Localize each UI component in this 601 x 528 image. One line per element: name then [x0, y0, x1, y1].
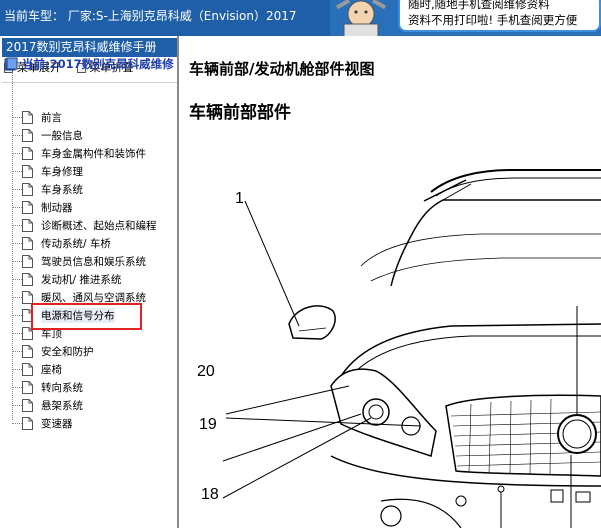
tree-connector-line [12, 224, 22, 226]
tree-item[interactable]: 变速器 [12, 414, 73, 432]
divider [2, 82, 177, 83]
tree-item[interactable]: 悬架系统 [12, 396, 83, 414]
tree-root[interactable]: 当前:2017数别克昂科威维修 [4, 56, 174, 72]
tree-connector-line [12, 242, 22, 244]
document-icon [22, 362, 33, 376]
book-icon [4, 57, 18, 71]
tree-connector-line [12, 134, 22, 136]
vehicle-front-diagram [222, 169, 601, 528]
tree-item-label: 传动系统/ 车桥 [41, 237, 111, 250]
document-icon [22, 290, 33, 304]
tree-item[interactable]: 传动系统/ 车桥 [12, 234, 111, 252]
tree-item-label: 悬架系统 [41, 399, 83, 412]
tree-connector-line [12, 368, 22, 370]
tree-item[interactable]: 诊断概述、起始点和编程 [12, 216, 157, 234]
tree-item[interactable]: 一般信息 [12, 126, 83, 144]
callout-19: 19 [199, 416, 217, 433]
tree-item[interactable]: 制动器 [12, 198, 73, 216]
document-icon [22, 218, 33, 232]
tree-connector-line [12, 188, 22, 190]
document-icon [22, 380, 33, 394]
tree-root-label: 当前:2017数别克昂科威维修 [22, 57, 174, 71]
callout-20: 20 [197, 363, 215, 380]
tree-item-label: 前言 [41, 111, 62, 124]
section-title: 车辆前部部件 [189, 103, 291, 123]
document-icon [22, 164, 33, 178]
tree-connector-line [12, 152, 22, 154]
document-icon [22, 200, 33, 214]
document-icon [22, 344, 33, 358]
document-icon [22, 272, 33, 286]
tree-item-label: 诊断概述、起始点和编程 [41, 219, 157, 232]
page-title: 车辆前部/发动机舱部件视图 [189, 60, 375, 78]
main-content: 车辆前部/发动机舱部件视图 车辆前部部件 1 20 19 18 [181, 36, 601, 528]
tree-item[interactable]: 车身系统 [12, 180, 83, 198]
tree-connector-line [12, 422, 22, 424]
tree-item-label: 发动机/ 推进系统 [41, 273, 122, 286]
tree-connector-line [12, 260, 22, 262]
document-icon [22, 110, 33, 124]
document-icon [22, 398, 33, 412]
tree-item[interactable]: 前言 [12, 108, 62, 126]
tree-connector-line [12, 116, 22, 118]
current-car-model: 当前车型： 厂家:S-上海别克昂科威（Envision）2017 [4, 9, 297, 23]
tree-item-label: 车身系统 [41, 183, 83, 196]
document-icon [22, 416, 33, 430]
document-icon [22, 128, 33, 142]
document-icon [22, 254, 33, 268]
tree-connector-line [12, 332, 22, 334]
highlight-box [31, 303, 142, 330]
tree-item[interactable]: 座椅 [12, 360, 62, 378]
document-icon [22, 236, 33, 250]
tree-item-label: 安全和防护 [41, 345, 94, 358]
tree-connector-line [12, 386, 22, 388]
ad-line-1: 随时,随地手机查阅维修资料 [408, 0, 550, 11]
tree-item-label: 一般信息 [41, 129, 83, 142]
tree-item-label: 转向系统 [41, 381, 83, 394]
tree-item[interactable]: 安全和防护 [12, 342, 94, 360]
tree-connector-line [12, 296, 22, 298]
tree-item-label: 座椅 [41, 363, 62, 376]
tree-connector-line [12, 278, 22, 280]
tree-item[interactable]: 发动机/ 推进系统 [12, 270, 121, 288]
ad-line-2: 资料不用打印啦! 手机查阅更方便 [408, 13, 578, 27]
tree-connector-line [12, 314, 22, 316]
tree-item[interactable]: 车身修理 [12, 162, 83, 180]
tree-item[interactable]: 驾驶员信息和娱乐系统 [12, 252, 146, 270]
tree-item-label: 驾驶员信息和娱乐系统 [41, 255, 146, 268]
tree-item-label: 制动器 [41, 201, 73, 214]
tree-item[interactable]: 车身金属构件和装饰件 [12, 144, 146, 162]
tree-connector-line [12, 206, 22, 208]
mechanic-mascot-icon [335, 0, 387, 38]
callout-18: 18 [201, 486, 219, 503]
tree-item-label: 车身金属构件和装饰件 [41, 147, 146, 160]
manual-title: 2017数别克昂科威维修手册 [2, 38, 177, 57]
callout-1: 1 [235, 190, 244, 207]
tree-connector-line [12, 404, 22, 406]
tree-item-label: 变速器 [41, 417, 73, 430]
tree-connector-line [12, 170, 22, 172]
tree-connector-line [12, 350, 22, 352]
document-icon [22, 182, 33, 196]
tree-item[interactable]: 转向系统 [12, 378, 83, 396]
document-icon [22, 146, 33, 160]
tree-item-label: 车身修理 [41, 165, 83, 178]
